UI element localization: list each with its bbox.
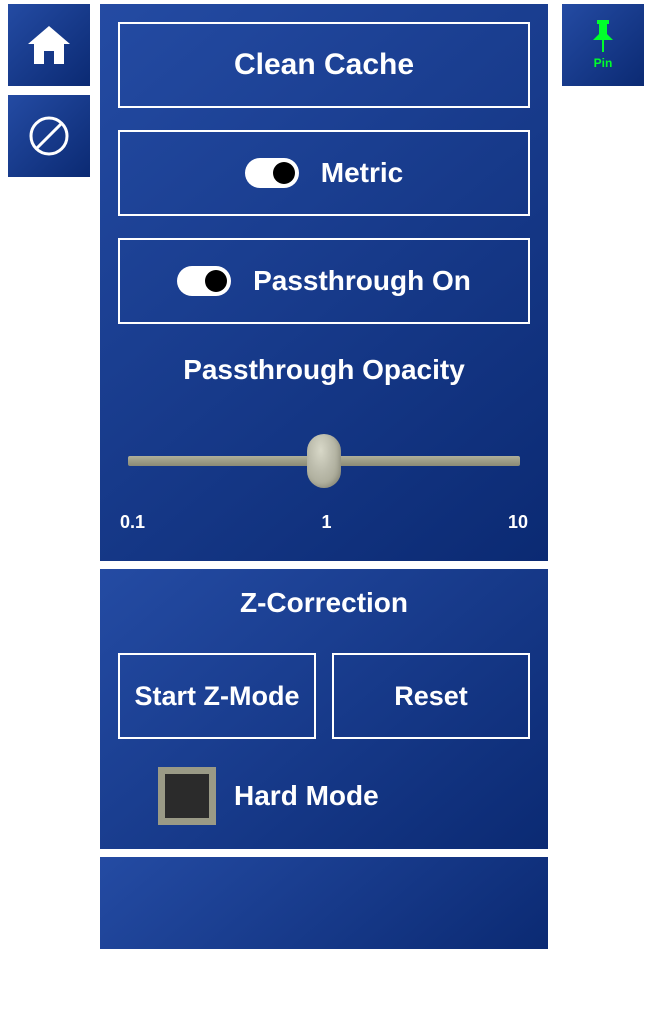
hard-mode-row: Hard Mode xyxy=(158,767,530,825)
slider-max-label: 10 xyxy=(508,512,528,533)
z-button-row: Start Z-Mode Reset xyxy=(118,653,530,739)
app-root: Pin Clean Cache Metric Passthrough On xyxy=(0,0,653,1021)
passthrough-toggle[interactable] xyxy=(177,266,231,296)
reset-label: Reset xyxy=(394,681,468,712)
opacity-section: Passthrough Opacity 0.1 1 10 xyxy=(118,354,530,533)
block-icon xyxy=(27,114,71,158)
pin-icon xyxy=(591,20,615,54)
start-z-mode-label: Start Z-Mode xyxy=(135,681,300,712)
z-correction-title: Z-Correction xyxy=(118,587,530,619)
metric-toggle-row[interactable]: Metric xyxy=(118,130,530,216)
clean-cache-button[interactable]: Clean Cache xyxy=(118,22,530,108)
checkbox-inner xyxy=(165,774,209,818)
toggle-knob xyxy=(205,270,227,292)
passthrough-toggle-row[interactable]: Passthrough On xyxy=(118,238,530,324)
toggle-knob xyxy=(273,162,295,184)
opacity-title: Passthrough Opacity xyxy=(118,354,530,386)
metric-toggle[interactable] xyxy=(245,158,299,188)
start-z-mode-button[interactable]: Start Z-Mode xyxy=(118,653,316,739)
empty-panel xyxy=(100,857,548,949)
slider-min-label: 0.1 xyxy=(120,512,145,533)
pin-label: Pin xyxy=(594,56,613,70)
home-button[interactable] xyxy=(8,4,90,86)
main-column: Clean Cache Metric Passthrough On Passth… xyxy=(100,4,548,949)
block-button[interactable] xyxy=(8,95,90,177)
passthrough-label: Passthrough On xyxy=(253,265,471,297)
metric-label: Metric xyxy=(321,157,403,189)
settings-panel: Clean Cache Metric Passthrough On Passth… xyxy=(100,4,548,561)
slider-handle[interactable] xyxy=(307,434,341,488)
slider-mid-label: 1 xyxy=(321,512,331,533)
slider-ticks: 0.1 1 10 xyxy=(118,512,530,533)
z-correction-panel: Z-Correction Start Z-Mode Reset Hard Mod… xyxy=(100,569,548,849)
hard-mode-checkbox[interactable] xyxy=(158,767,216,825)
reset-button[interactable]: Reset xyxy=(332,653,530,739)
home-icon xyxy=(26,24,72,66)
clean-cache-label: Clean Cache xyxy=(234,48,414,82)
pin-button[interactable]: Pin xyxy=(562,4,644,86)
opacity-slider[interactable] xyxy=(118,416,530,506)
hard-mode-label: Hard Mode xyxy=(234,780,379,812)
